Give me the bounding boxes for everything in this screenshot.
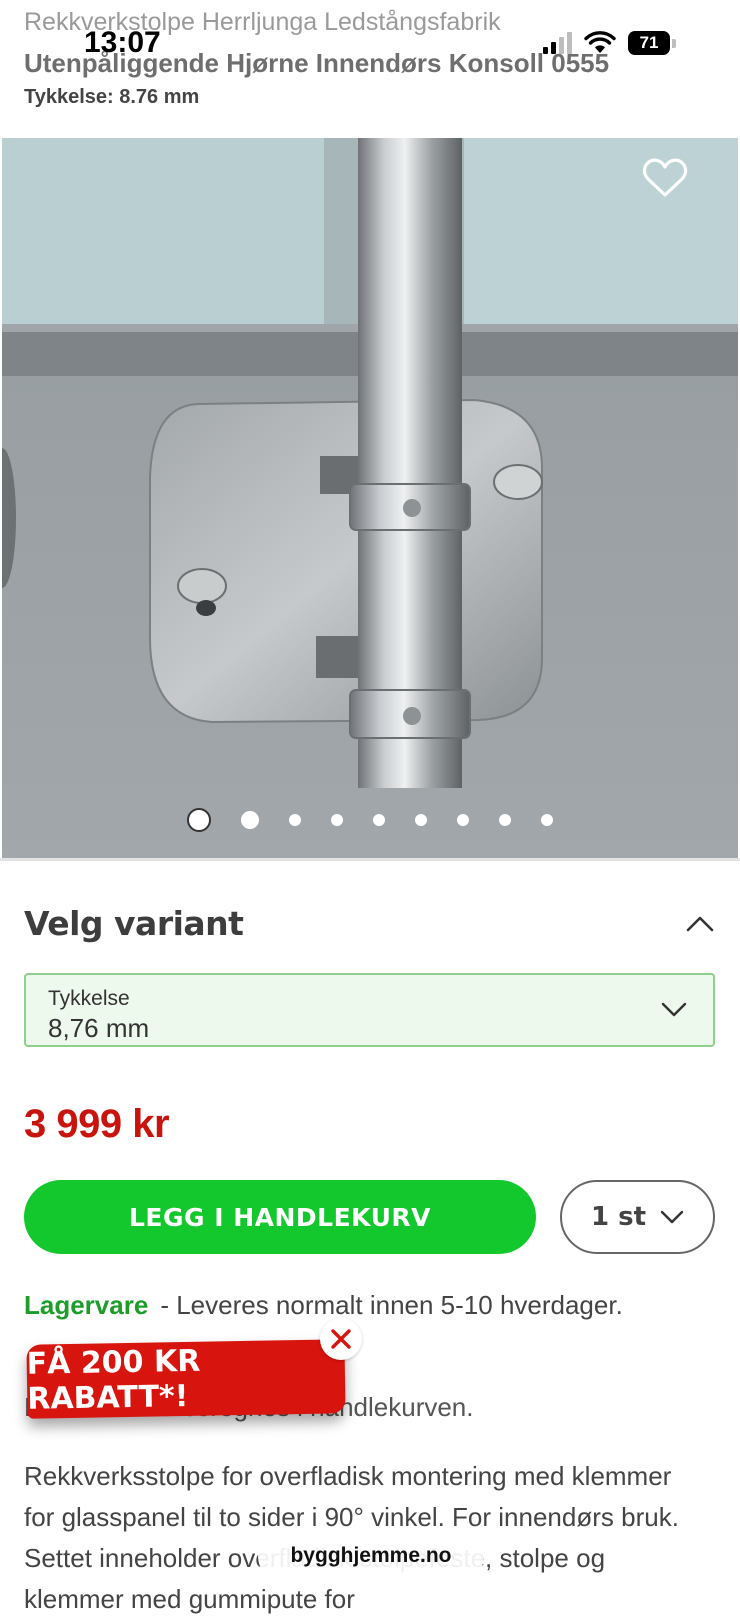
pagination-dot-8[interactable] <box>499 814 511 826</box>
chevron-down-icon <box>661 1002 687 1017</box>
delivery-info: - Leveres normalt innen 5-10 hverdager. <box>160 1290 623 1320</box>
battery-icon: 71 <box>628 31 676 55</box>
stock-info: Lagervare - Leveres normalt innen 5-10 hv… <box>24 1290 623 1321</box>
select-value: 8,76 mm <box>48 1013 150 1043</box>
chevron-up-icon[interactable] <box>686 914 714 932</box>
pagination-dot-6[interactable] <box>415 814 427 826</box>
pagination-dot-9[interactable] <box>541 814 553 826</box>
close-icon <box>331 1329 351 1349</box>
section-divider <box>0 858 740 861</box>
browser-url-bar[interactable]: bygghjemme.no <box>258 1528 484 1584</box>
product-photo <box>2 138 738 858</box>
pagination-dot-2[interactable] <box>241 811 259 829</box>
close-banner-button[interactable] <box>320 1318 362 1360</box>
quantity-select[interactable]: 1 st <box>560 1180 715 1254</box>
pagination-dot-5[interactable] <box>373 814 385 826</box>
pagination-dot-3[interactable] <box>289 814 301 826</box>
favorite-heart-icon[interactable] <box>642 157 688 199</box>
variant-heading[interactable]: Velg variant <box>24 904 244 943</box>
status-icons: 71 <box>543 28 676 58</box>
product-price: 3 999 kr <box>24 1102 170 1146</box>
add-to-cart-button[interactable]: LEGG I HANDLEKURV <box>24 1180 536 1254</box>
quantity-value: 1 st <box>590 1202 647 1232</box>
discount-banner[interactable]: FÅ 200 KR RABATT*! <box>26 1339 346 1419</box>
wifi-icon <box>584 31 616 53</box>
thickness-select[interactable]: Tykkelse 8,76 mm <box>24 973 715 1047</box>
product-image[interactable] <box>2 138 738 858</box>
pagination-dot-7[interactable] <box>457 814 469 826</box>
stock-status: Lagervare <box>24 1290 149 1320</box>
pagination-dot-4[interactable] <box>331 814 343 826</box>
pagination-dot-1[interactable] <box>187 808 211 832</box>
cellular-signal-icon <box>543 32 572 54</box>
gallery-pagination <box>0 808 740 832</box>
select-label: Tykkelse <box>48 987 130 1010</box>
status-time: 13:07 <box>84 26 161 59</box>
product-thickness: Tykkelse: 8.76 mm <box>24 86 200 108</box>
chevron-down-icon <box>660 1210 684 1224</box>
